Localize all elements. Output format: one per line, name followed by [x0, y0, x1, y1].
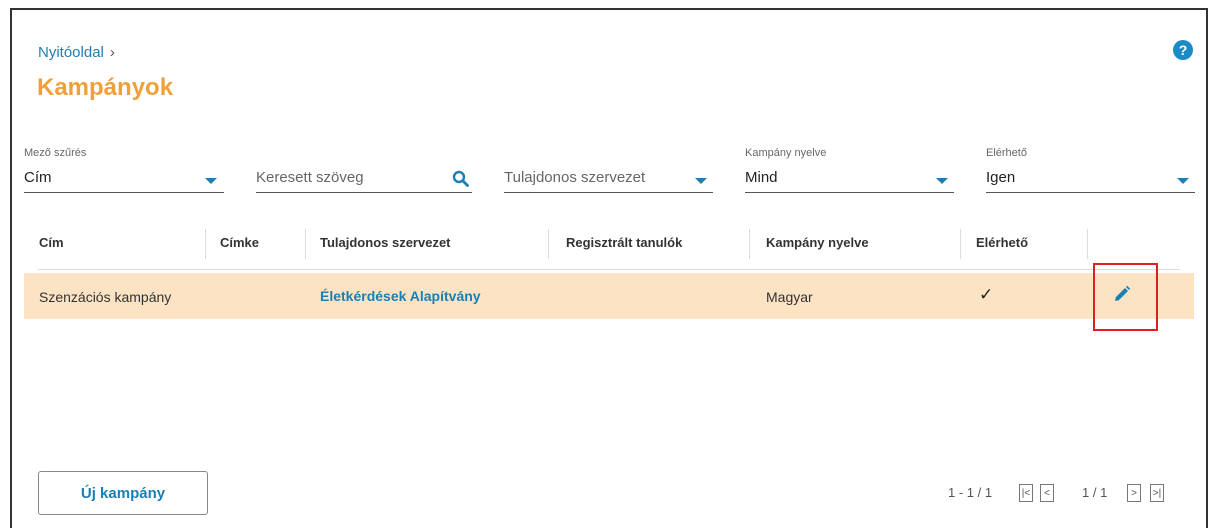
breadcrumb-home-link[interactable]: Nyitóoldal	[38, 44, 104, 61]
last-page-button[interactable]: >|	[1150, 484, 1164, 502]
checkmark-icon: ✓	[979, 285, 994, 304]
pagination-page: 1 / 1	[1082, 485, 1108, 500]
field-filter-label: Mező szűrés	[24, 147, 87, 159]
column-header-title[interactable]: Cím	[39, 235, 64, 250]
language-filter-value[interactable]: Mind	[745, 169, 778, 186]
next-page-button[interactable]: >	[1127, 484, 1141, 502]
field-filter-value[interactable]: Cím	[24, 169, 52, 186]
column-header-label[interactable]: Címke	[220, 235, 259, 250]
search-underline	[256, 192, 472, 193]
row-title: Szenzációs kampány	[39, 289, 172, 305]
available-filter-value[interactable]: Igen	[986, 169, 1015, 186]
column-divider	[548, 229, 549, 259]
chevron-down-icon[interactable]	[695, 178, 707, 184]
column-header-available[interactable]: Elérhető	[976, 235, 1028, 250]
column-divider	[305, 229, 306, 259]
pagination-range: 1 - 1 / 1	[948, 485, 993, 500]
field-filter-underline	[24, 192, 224, 193]
first-page-button[interactable]: |<	[1019, 484, 1033, 502]
column-divider	[205, 229, 206, 259]
column-divider	[1087, 229, 1088, 259]
row-owner-link[interactable]: Életkérdések Alapítvány	[320, 288, 481, 304]
owner-filter-underline	[504, 192, 713, 193]
column-header-owner[interactable]: Tulajdonos szervezet	[320, 235, 451, 250]
header-divider	[38, 269, 1180, 270]
row-language: Magyar	[766, 289, 813, 305]
language-filter-underline	[745, 192, 954, 193]
chevron-down-icon[interactable]	[936, 178, 948, 184]
table-row[interactable]	[24, 273, 1194, 319]
search-icon[interactable]	[452, 170, 470, 188]
column-divider	[960, 229, 961, 259]
prev-page-button[interactable]: <	[1040, 484, 1054, 502]
chevron-down-icon[interactable]	[205, 178, 217, 184]
search-input[interactable]: Keresett szöveg	[256, 169, 364, 186]
column-header-language[interactable]: Kampány nyelve	[766, 235, 869, 250]
breadcrumb[interactable]: Nyitóoldal ›	[38, 44, 115, 61]
column-divider	[749, 229, 750, 259]
language-filter-label: Kampány nyelve	[745, 147, 827, 159]
chevron-right-icon: ›	[109, 44, 115, 61]
edit-highlight-callout	[1093, 263, 1158, 331]
help-icon[interactable]: ?	[1173, 40, 1193, 60]
available-filter-underline	[986, 192, 1195, 193]
owner-filter-input[interactable]: Tulajdonos szervezet	[504, 169, 645, 186]
chevron-down-icon[interactable]	[1177, 178, 1189, 184]
new-campaign-button[interactable]: Új kampány	[38, 471, 208, 515]
available-filter-label: Elérhető	[986, 147, 1027, 159]
window-frame	[10, 8, 1208, 528]
page-title: Kampányok	[37, 74, 174, 101]
column-header-registered[interactable]: Regisztrált tanulók	[566, 235, 682, 250]
